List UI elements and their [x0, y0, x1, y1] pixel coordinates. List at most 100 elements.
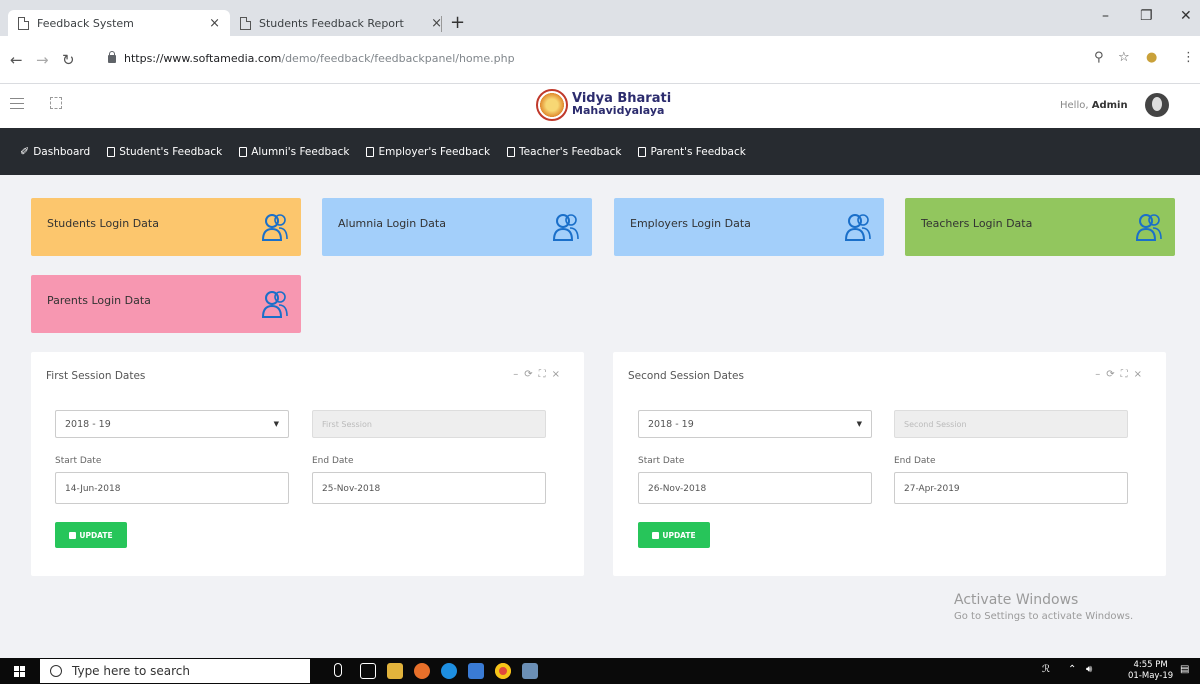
forward-icon[interactable]: →	[36, 51, 49, 69]
college-logo[interactable]: Vidya Bharati Mahavidyalaya	[536, 89, 671, 121]
nav-parents-feedback[interactable]: Parent's Feedback	[638, 145, 746, 158]
taskbar-clock[interactable]: 4:55 PM 01-May-19	[1128, 660, 1173, 682]
nav-dashboard[interactable]: ✐ Dashboard	[20, 145, 90, 158]
restore-icon[interactable]: ❐	[1140, 8, 1153, 24]
nav-employers-feedback[interactable]: Employer's Feedback	[366, 146, 490, 158]
card-label: Students Login Data	[47, 217, 159, 230]
new-tab-button[interactable]: +	[450, 12, 465, 33]
file-icon	[507, 146, 516, 157]
year-select[interactable]: 2018 - 19 ▼	[55, 410, 289, 438]
windows-taskbar: Type here to search ℛ ⌃ 🔊︎ 4:55 PM 01-Ma…	[0, 658, 1200, 684]
user-greeting: Hello, Admin	[1060, 100, 1128, 111]
taskbar-search-input[interactable]: Type here to search	[40, 659, 310, 683]
alumni-login-card[interactable]: Alumnia Login Data	[322, 198, 592, 256]
avatar[interactable]	[1145, 93, 1169, 117]
windows-start-icon[interactable]	[14, 666, 25, 677]
main-nav: ✐ Dashboard Student's Feedback Alumni's …	[0, 128, 1200, 175]
activate-windows-watermark: Activate Windows Go to Settings to activ…	[954, 592, 1133, 622]
show-hidden-icons-icon[interactable]: ⌃	[1068, 664, 1076, 675]
end-date-label: End Date	[312, 456, 354, 466]
college-seal-icon	[536, 89, 568, 121]
close-tab-icon[interactable]: ×	[209, 16, 220, 31]
back-icon[interactable]: ←	[10, 51, 23, 69]
nav-teachers-feedback[interactable]: Teacher's Feedback	[507, 146, 621, 158]
chevron-down-icon: ▼	[273, 420, 279, 428]
nav-label: Parent's Feedback	[650, 145, 746, 158]
save-icon	[69, 531, 77, 539]
fullscreen-icon[interactable]	[50, 97, 62, 109]
page-icon	[18, 16, 29, 30]
search-placeholder: Type here to search	[72, 664, 190, 678]
lock-icon	[108, 50, 116, 63]
users-icon	[844, 214, 871, 241]
nav-label: Employer's Feedback	[378, 145, 491, 158]
url-path: /demo/feedback/feedbackpanel/home.php	[281, 52, 515, 65]
users-icon	[552, 214, 579, 241]
internet-explorer-icon[interactable]	[441, 663, 457, 679]
expand-icon[interactable]: ⛶	[539, 369, 552, 380]
extension-icon[interactable]: ●	[1146, 50, 1157, 65]
teachers-login-card[interactable]: Teachers Login Data	[905, 198, 1175, 256]
close-window-icon[interactable]: ✕	[1180, 8, 1192, 24]
minimize-icon[interactable]: –	[1102, 8, 1109, 24]
update-label: UPDATE	[662, 530, 696, 540]
start-date-input[interactable]: 26-Nov-2018	[638, 472, 872, 504]
file-icon	[366, 146, 375, 157]
notifications-icon[interactable]: ▤	[1180, 664, 1189, 675]
clock-time: 4:55 PM	[1133, 660, 1168, 670]
session-name-field[interactable]: Second Session	[894, 410, 1128, 438]
save-icon	[652, 531, 660, 539]
nav-students-feedback[interactable]: Student's Feedback	[107, 146, 222, 158]
chrome-icon[interactable]	[495, 663, 511, 679]
browser-menu-icon[interactable]: ⋮	[1182, 50, 1195, 65]
notepad-icon[interactable]	[522, 663, 538, 679]
end-date-label: End Date	[894, 456, 936, 466]
rocket-icon: ✐	[20, 145, 30, 158]
bookmark-star-icon[interactable]: ☆	[1118, 50, 1130, 65]
menu-toggle-icon[interactable]	[10, 98, 24, 109]
students-login-card[interactable]: Students Login Data	[31, 198, 301, 256]
close-icon[interactable]: ×	[1134, 369, 1148, 380]
employers-login-card[interactable]: Employers Login Data	[614, 198, 884, 256]
watermark-line1: Activate Windows	[954, 592, 1079, 608]
file-explorer-icon[interactable]	[387, 663, 403, 679]
card-label: Parents Login Data	[47, 294, 151, 307]
file-icon	[239, 146, 248, 157]
zoom-icon[interactable]: ⚲	[1094, 50, 1104, 65]
task-view-icon[interactable]	[360, 663, 376, 679]
panel-controls: –⟳⛶×	[1095, 369, 1148, 380]
microphone-icon[interactable]	[334, 663, 342, 677]
nav-alumni-feedback[interactable]: Alumni's Feedback	[239, 146, 349, 158]
start-date-input[interactable]: 14-Jun-2018	[55, 472, 289, 504]
watermark-line2: Go to Settings to activate Windows.	[954, 611, 1134, 622]
people-icon[interactable]: ℛ	[1042, 664, 1050, 675]
volume-icon[interactable]: 🔊︎	[1086, 664, 1092, 675]
collapse-icon[interactable]: –	[513, 369, 524, 380]
browser-tab-bar: Feedback System × Students Feedback Repo…	[0, 0, 1200, 36]
firefox-icon[interactable]	[414, 663, 430, 679]
paint-icon[interactable]	[468, 663, 484, 679]
update-button[interactable]: UPDATE	[55, 522, 127, 548]
year-select[interactable]: 2018 - 19 ▼	[638, 410, 872, 438]
tab-feedback-system[interactable]: Feedback System ×	[8, 10, 230, 36]
file-icon	[638, 146, 647, 157]
tab-title: Feedback System	[37, 16, 134, 30]
user-name[interactable]: Admin	[1092, 100, 1128, 111]
url-field[interactable]: https://www.softamedia.com /demo/feedbac…	[108, 50, 515, 65]
end-date-input[interactable]: 27-Apr-2019	[894, 472, 1128, 504]
refresh-icon[interactable]: ⟳	[1106, 369, 1120, 380]
nav-label: Alumni's Feedback	[251, 145, 350, 158]
refresh-icon[interactable]: ⟳	[524, 369, 538, 380]
expand-icon[interactable]: ⛶	[1121, 369, 1134, 380]
tab-students-feedback-report[interactable]: Students Feedback Report ×	[230, 10, 452, 36]
update-button[interactable]: UPDATE	[638, 522, 710, 548]
users-icon	[261, 214, 288, 241]
collapse-icon[interactable]: –	[1095, 369, 1106, 380]
reload-icon[interactable]: ↻	[62, 51, 75, 69]
first-session-panel: First Session Dates –⟳⛶× 2018 - 19 ▼ Fir…	[31, 352, 584, 576]
parents-login-card[interactable]: Parents Login Data	[31, 275, 301, 333]
session-name-field[interactable]: First Session	[312, 410, 546, 438]
close-icon[interactable]: ×	[552, 369, 566, 380]
second-session-panel: Second Session Dates –⟳⛶× 2018 - 19 ▼ Se…	[613, 352, 1166, 576]
end-date-input[interactable]: 25-Nov-2018	[312, 472, 546, 504]
